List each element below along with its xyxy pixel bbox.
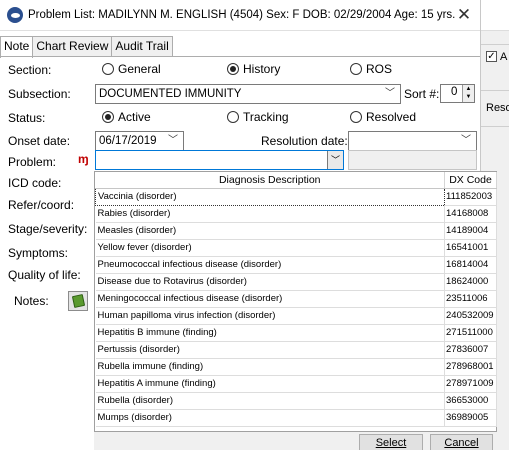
dx-code-cell: 14189004 <box>444 222 497 240</box>
section-general-radio[interactable]: General <box>102 62 161 76</box>
table-row[interactable]: Disease due to Rotavirus (disorder) 18624… <box>95 273 497 291</box>
diagnosis-description-cell: Human papilloma virus infection (disorde… <box>95 307 445 325</box>
status-label: Status: <box>8 111 46 125</box>
dx-code-cell: 271511000 <box>444 324 497 342</box>
problem-label: Problem: <box>8 155 57 169</box>
diagnosis-description-cell: Rabies (disorder) <box>95 205 445 223</box>
column-header-diagnosis[interactable]: Diagnosis Description <box>95 172 445 189</box>
chevron-down-icon: ﹀ <box>168 135 178 146</box>
chevron-down-icon[interactable]: ﹀ <box>327 151 343 169</box>
table-row[interactable]: Hepatitis B immune (finding) 271511000 <box>95 324 497 342</box>
tab-chart-review[interactable]: Chart Review <box>32 36 113 57</box>
column-header-dx-code[interactable]: DX Code <box>444 172 497 189</box>
status-resolved-radio[interactable]: Resolved <box>350 110 416 124</box>
select-button[interactable]: Select <box>359 434 423 450</box>
background-checkbox[interactable]: ✓ <box>486 51 497 62</box>
status-active-radio[interactable]: Active <box>102 110 151 124</box>
table-row[interactable]: Pertussis (disorder) 27836007 <box>95 341 497 359</box>
background-label-reso: Reso <box>486 102 509 114</box>
diagnosis-description-cell: Measles (disorder) <box>95 222 445 240</box>
diagnosis-description-cell: Pertussis (disorder) <box>95 341 445 359</box>
dx-code-cell: 14168008 <box>444 205 497 223</box>
section-history-radio[interactable]: History <box>227 62 280 76</box>
onset-date-picker[interactable]: 06/17/2019 ﹀ <box>95 131 184 151</box>
diagnosis-description-cell: Pneumococcal infectious disease (disorde… <box>95 256 445 274</box>
tab-note[interactable]: Note <box>0 36 34 58</box>
dx-code-cell: 111852003 <box>444 188 497 206</box>
dx-code-cell: 23511006 <box>444 290 497 308</box>
dropdown-footer: Select Cancel <box>94 432 497 450</box>
chevron-down-icon: ﹀ <box>461 135 471 146</box>
section-label: Section: <box>8 63 52 77</box>
dx-code-cell: 278971009 <box>444 375 497 393</box>
dx-code-cell: 36653000 <box>444 392 497 410</box>
tab-audit-trail[interactable]: Audit Trail <box>111 36 173 57</box>
stage-severity-label: Stage/severity: <box>8 222 88 236</box>
required-field-icon: ɱ <box>78 152 89 166</box>
symptoms-label: Symptoms: <box>8 246 69 260</box>
diagnosis-description-cell: Yellow fever (disorder) <box>95 239 445 257</box>
subsection-select[interactable]: DOCUMENTED IMMUNITY ﹀ <box>95 84 401 104</box>
stepper-down-icon[interactable]: ▼ <box>462 93 474 102</box>
sort-stepper[interactable]: 0 ▲ ▼ <box>440 84 475 103</box>
title-bar: Problem List: MADILYNN M. ENGLISH (4504)… <box>0 0 480 31</box>
resolution-date-label: Resolution date: <box>261 134 348 148</box>
table-row[interactable]: Rabies (disorder) 14168008 <box>95 205 497 223</box>
table-row[interactable]: Yellow fever (disorder) 16541001 <box>95 239 497 257</box>
dx-code-cell: 278968001 <box>444 358 497 376</box>
notes-button[interactable] <box>68 291 88 311</box>
onset-date-label: Onset date: <box>8 134 71 148</box>
table-row[interactable]: Pneumococcal infectious disease (disorde… <box>95 256 497 274</box>
diagnosis-description-cell: Rubella (disorder) <box>95 392 445 410</box>
table-row[interactable]: Rubella (disorder) 36653000 <box>95 392 497 410</box>
diagnosis-description-cell: Hepatitis B immune (finding) <box>95 324 445 342</box>
section-ros-radio[interactable]: ROS <box>350 62 392 76</box>
diagnosis-description-cell: Vaccinia (disorder) <box>95 187 445 206</box>
table-row[interactable]: Rubella immune (finding) 278968001 <box>95 358 497 376</box>
background-label-a: A <box>500 51 508 63</box>
table-row[interactable]: Mumps (disorder) 36989005 <box>95 409 497 427</box>
table-row[interactable]: Meningococcal infectious disease (disord… <box>95 290 497 308</box>
notes-label: Notes: <box>14 294 49 308</box>
window-title: Problem List: MADILYNN M. ENGLISH (4504)… <box>28 9 456 21</box>
table-row[interactable]: Vaccinia (disorder) 111852003 <box>95 187 497 206</box>
subsection-label: Subsection: <box>8 87 71 101</box>
dx-code-cell: 240532009 <box>444 307 497 325</box>
chevron-down-icon: ﹀ <box>385 88 395 99</box>
diagnosis-description-cell: Rubella immune (finding) <box>95 358 445 376</box>
dx-code-cell: 27836007 <box>444 341 497 359</box>
table-row[interactable]: Measles (disorder) 14189004 <box>95 222 497 240</box>
diagnosis-dropdown-list[interactable]: Diagnosis Description DX Code Vaccinia (… <box>94 171 497 432</box>
quality-of-life-label: Quality of life: <box>8 268 81 282</box>
app-logo-icon <box>7 7 23 23</box>
icd-code-label: ICD code: <box>8 176 62 190</box>
diagnosis-description-cell: Meningococcal infectious disease (disord… <box>95 290 445 308</box>
dx-code-cell: 36989005 <box>444 409 497 427</box>
problem-combobox[interactable]: ﹀ <box>95 150 344 170</box>
table-row[interactable]: Human papilloma virus infection (disorde… <box>95 307 497 325</box>
tab-strip: Note Chart Review Audit Trail <box>0 36 173 58</box>
notebook-icon <box>71 293 85 309</box>
close-button[interactable]: ✕ <box>454 5 474 25</box>
table-row[interactable]: Hepatitis A immune (finding) 278971009 <box>95 375 497 393</box>
grid-header-row: Diagnosis Description DX Code <box>95 172 497 189</box>
diagnosis-description-cell: Mumps (disorder) <box>95 409 445 427</box>
refer-coord-label: Refer/coord: <box>8 198 75 212</box>
status-tracking-radio[interactable]: Tracking <box>227 110 289 124</box>
sort-label: Sort #: <box>404 87 440 101</box>
problem-code-field <box>348 150 477 170</box>
cancel-button[interactable]: Cancel <box>430 434 493 450</box>
diagnosis-description-cell: Hepatitis A immune (finding) <box>95 375 445 393</box>
dx-code-cell: 16814004 <box>444 256 497 274</box>
dx-code-cell: 16541001 <box>444 239 497 257</box>
dx-code-cell: 18624000 <box>444 273 497 291</box>
resolution-date-picker[interactable]: ﹀ <box>348 131 477 151</box>
diagnosis-description-cell: Disease due to Rotavirus (disorder) <box>95 273 445 291</box>
